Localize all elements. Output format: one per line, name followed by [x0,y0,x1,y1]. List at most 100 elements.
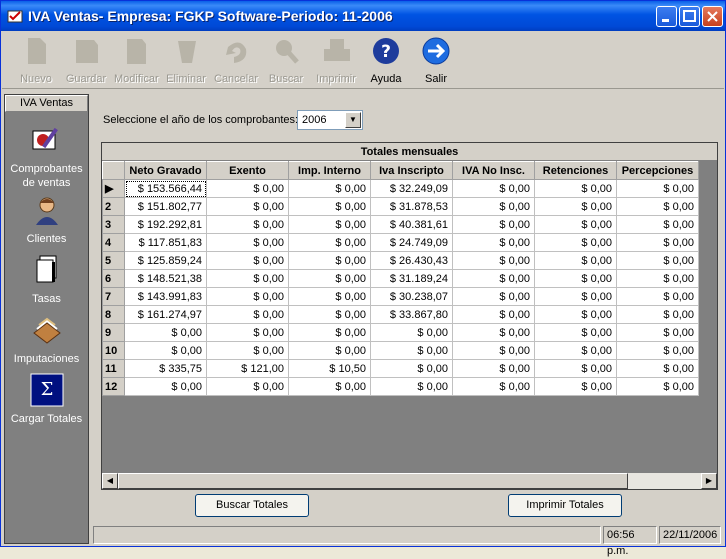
scroll-right-icon[interactable]: ▶ [701,473,717,489]
table-cell[interactable]: $ 0,00 [206,197,289,216]
chevron-down-icon[interactable]: ▼ [345,112,361,128]
row-indicator[interactable]: 11 [102,359,125,378]
table-cell[interactable]: $ 0,00 [206,179,289,198]
table-cell[interactable]: $ 0,00 [288,197,371,216]
table-cell[interactable]: $ 0,00 [206,215,289,234]
table-cell[interactable]: $ 0,00 [288,341,371,360]
table-cell[interactable]: $ 0,00 [206,287,289,306]
table-cell[interactable]: $ 0,00 [616,233,699,252]
table-cell[interactable]: $ 0,00 [616,323,699,342]
table-cell[interactable]: $ 0,00 [288,233,371,252]
table-row[interactable]: 11 $ 335,75 $ 121,00 $ 10,50 $ 0,00 $ 0,00 $ 0… [102,359,699,378]
table-cell[interactable]: $ 117.851,83 [124,233,207,252]
row-indicator[interactable]: 9 [102,323,125,342]
row-indicator[interactable]: 5 [102,251,125,270]
table-cell[interactable]: $ 0,00 [452,251,535,270]
column-header[interactable]: Imp. Interno [288,161,371,180]
table-cell[interactable]: $ 0,00 [124,341,207,360]
table-cell[interactable]: $ 0,00 [616,197,699,216]
table-cell[interactable]: $ 0,00 [452,269,535,288]
minimize-button[interactable] [656,6,677,27]
column-header[interactable]: Neto Gravado [124,161,207,180]
table-cell[interactable]: $ 0,00 [452,359,535,378]
column-header[interactable]: Exento [206,161,289,180]
table-row[interactable]: 5 $ 125.859,24 $ 0,00 $ 0,00 $ 26.430,43 $ 0,… [102,251,699,270]
sidebar-item-tasas[interactable]: Tasas [5,253,88,306]
toolbar-buscar-button[interactable]: Buscar [264,33,308,87]
maximize-button[interactable] [679,6,700,27]
row-indicator[interactable]: 8 [102,305,125,324]
sidebar-item-cargar-totales[interactable]: Σ Cargar Totales [5,373,88,426]
table-cell[interactable]: $ 153.566,44 [124,179,207,198]
table-cell[interactable]: $ 0,00 [534,287,617,306]
table-cell[interactable]: $ 0,00 [616,251,699,270]
table-row[interactable]: 7 $ 143.991,83 $ 0,00 $ 0,00 $ 30.238,07 $ 0,… [102,287,699,306]
table-cell[interactable]: $ 0,00 [370,341,453,360]
year-select[interactable]: 2006 ▼ [297,110,363,130]
table-row[interactable]: 9 $ 0,00 $ 0,00 $ 0,00 $ 0,00 $ 0,00 $ 0,00 $ 0… [102,323,699,342]
table-cell[interactable]: $ 0,00 [288,179,371,198]
table-cell[interactable]: $ 148.521,38 [124,269,207,288]
table-cell[interactable]: $ 0,00 [452,287,535,306]
table-cell[interactable]: $ 0,00 [616,377,699,396]
toolbar-salir-button[interactable]: Salir [414,33,458,87]
column-header[interactable]: Retenciones [534,161,617,180]
table-cell[interactable]: $ 0,00 [534,233,617,252]
toolbar-ayuda-button[interactable]: ? Ayuda [364,33,408,87]
table-cell[interactable]: $ 0,00 [452,233,535,252]
table-cell[interactable]: $ 125.859,24 [124,251,207,270]
table-cell[interactable]: $ 0,00 [616,305,699,324]
table-cell[interactable]: $ 161.274,97 [124,305,207,324]
table-row[interactable]: 2 $ 151.802,77 $ 0,00 $ 0,00 $ 31.878,53 $ 0,… [102,197,699,216]
table-cell[interactable]: $ 0,00 [206,269,289,288]
close-button[interactable] [702,6,723,27]
table-row[interactable]: 12 $ 0,00 $ 0,00 $ 0,00 $ 0,00 $ 0,00 $ 0,00 $ … [102,377,699,396]
table-cell[interactable]: $ 32.249,09 [370,179,453,198]
scrollbar-thumb[interactable] [118,473,628,489]
table-row[interactable]: ▶ $ 153.566,44 $ 0,00 $ 0,00 $ 32.249,09 $ 0,… [102,179,699,198]
table-cell[interactable]: $ 0,00 [288,269,371,288]
table-cell[interactable]: $ 0,00 [206,233,289,252]
table-cell[interactable]: $ 0,00 [206,251,289,270]
toolbar-nuevo-button[interactable]: Nuevo [14,33,58,87]
column-header[interactable]: Percepciones [616,161,699,180]
row-indicator[interactable]: 6 [102,269,125,288]
row-indicator[interactable]: 12 [102,377,125,396]
toolbar-modificar-button[interactable]: Modificar [114,33,159,87]
table-cell[interactable]: $ 24.749,09 [370,233,453,252]
table-cell[interactable]: $ 121,00 [206,359,289,378]
table-cell[interactable]: $ 0,00 [288,287,371,306]
table-cell[interactable]: $ 0,00 [288,251,371,270]
title-bar[interactable]: IVA Ventas- Empresa: FGKP Software-Perio… [1,1,725,31]
table-cell[interactable]: $ 0,00 [534,341,617,360]
table-cell[interactable]: $ 0,00 [534,215,617,234]
table-cell[interactable]: $ 0,00 [124,377,207,396]
table-cell[interactable]: $ 0,00 [206,305,289,324]
scroll-left-icon[interactable]: ◀ [102,473,118,489]
table-cell[interactable]: $ 192.292,81 [124,215,207,234]
table-cell[interactable]: $ 0,00 [616,179,699,198]
table-cell[interactable]: $ 0,00 [616,215,699,234]
table-cell[interactable]: $ 0,00 [534,359,617,378]
table-row[interactable]: 6 $ 148.521,38 $ 0,00 $ 0,00 $ 31.189,24 $ 0,… [102,269,699,288]
row-indicator[interactable]: 3 [102,215,125,234]
table-cell[interactable]: $ 26.430,43 [370,251,453,270]
table-cell[interactable]: $ 0,00 [370,377,453,396]
table-cell[interactable]: $ 33.867,80 [370,305,453,324]
table-row[interactable]: 10 $ 0,00 $ 0,00 $ 0,00 $ 0,00 $ 0,00 $ 0,00 $ … [102,341,699,360]
print-totals-button[interactable]: Imprimir Totales [508,494,622,517]
row-indicator[interactable]: 7 [102,287,125,306]
table-cell[interactable]: $ 0,00 [206,377,289,396]
table-cell[interactable]: $ 151.802,77 [124,197,207,216]
table-row[interactable]: 4 $ 117.851,83 $ 0,00 $ 0,00 $ 24.749,09 $ 0,… [102,233,699,252]
table-cell[interactable]: $ 40.381,61 [370,215,453,234]
table-cell[interactable]: $ 31.189,24 [370,269,453,288]
table-row[interactable]: 8 $ 161.274,97 $ 0,00 $ 0,00 $ 33.867,80 $ 0,… [102,305,699,324]
table-cell[interactable]: $ 335,75 [124,359,207,378]
table-cell[interactable]: $ 0,00 [616,269,699,288]
table-cell[interactable]: $ 0,00 [452,215,535,234]
table-cell[interactable]: $ 0,00 [452,197,535,216]
table-cell[interactable]: $ 0,00 [534,179,617,198]
sidebar-item-clientes[interactable]: Clientes [5,193,88,246]
table-cell[interactable]: $ 0,00 [370,359,453,378]
